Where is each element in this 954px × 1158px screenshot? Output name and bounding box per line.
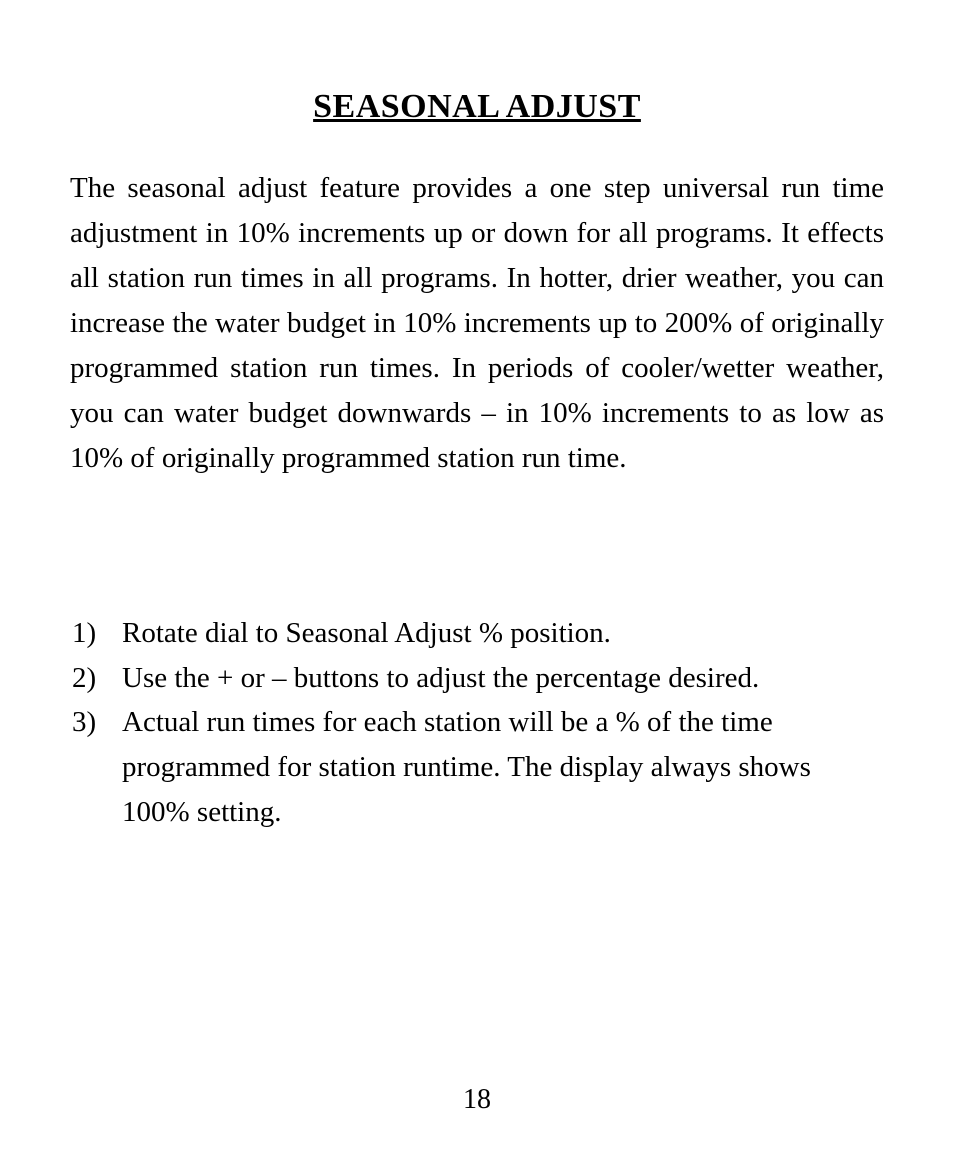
body-paragraph: The seasonal adjust feature provides a o…	[70, 166, 884, 481]
list-item-number: 2)	[72, 656, 122, 701]
list-item: 3) Actual run times for each station wil…	[72, 700, 884, 835]
list-item-text: Use the + or – buttons to adjust the per…	[122, 656, 884, 701]
instructions-list: 1) Rotate dial to Seasonal Adjust % posi…	[70, 611, 884, 836]
page-title: SEASONAL ADJUST	[70, 88, 884, 126]
page-number: 18	[0, 1084, 954, 1116]
list-item: 1) Rotate dial to Seasonal Adjust % posi…	[72, 611, 884, 656]
list-item: 2) Use the + or – buttons to adjust the …	[72, 656, 884, 701]
list-item-number: 3)	[72, 700, 122, 745]
list-item-text: Actual run times for each station will b…	[122, 700, 884, 835]
list-item-text: Rotate dial to Seasonal Adjust % positio…	[122, 611, 884, 656]
list-item-number: 1)	[72, 611, 122, 656]
